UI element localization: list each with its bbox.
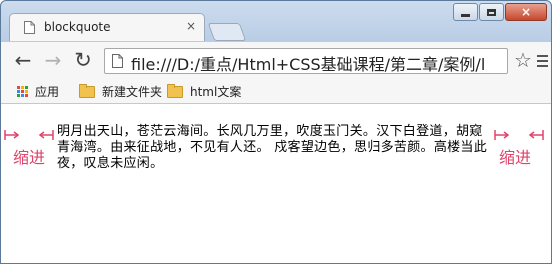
minimize-button[interactable] — [453, 3, 478, 21]
menu-icon[interactable] — [537, 55, 548, 70]
maximize-button[interactable] — [479, 3, 504, 21]
tab-strip: blockquote × × — [1, 1, 551, 41]
bookmark-label: 新建文件夹 — [102, 85, 163, 99]
indent-arrow-left-icon — [528, 130, 544, 140]
browser-window: blockquote × × ← → ↻ file:///D:/重点/Html+… — [0, 0, 552, 264]
address-bar[interactable]: file:///D:/重点/Html+CSS基础课程/第二章/案例/l — [104, 48, 508, 74]
back-button[interactable]: ← — [11, 49, 35, 73]
tab-close-icon[interactable]: × — [186, 19, 196, 33]
bookmark-label: 应用 — [35, 85, 60, 99]
blockquote: 明月出天山，苍茫云海间。长风几万里，吹度玉门关。汉下白登道，胡窥青海湾。由来征战… — [57, 124, 488, 171]
bookmark-star-icon[interactable]: ☆ — [514, 49, 532, 71]
reload-button[interactable]: ↻ — [71, 49, 95, 73]
close-icon: × — [520, 5, 532, 19]
right-indent-label: 缩进 — [499, 148, 532, 167]
page-icon — [112, 54, 123, 68]
bookmark-label: html文案 — [190, 85, 242, 99]
close-window-button[interactable]: × — [505, 3, 547, 21]
maximize-icon — [487, 8, 496, 16]
folder-icon — [79, 83, 95, 98]
forward-button[interactable]: → — [41, 49, 65, 73]
tab-title: blockquote — [44, 20, 111, 34]
indent-arrow-left-icon — [38, 130, 54, 140]
bookmark-new-folder[interactable]: 新建文件夹 — [79, 83, 162, 100]
navigation-toolbar: ← → ↻ file:///D:/重点/Html+CSS基础课程/第二章/案例/… — [1, 41, 551, 80]
page-content: 缩进 明月出天山，苍茫云海间。长风几万里，吹度玉门关。汉下白登道，胡窥青海湾。由… — [1, 104, 551, 263]
url-text: file:///D:/重点/Html+CSS基础课程/第二章/案例/l — [131, 55, 486, 74]
left-indent-label: 缩进 — [13, 148, 46, 167]
tab-blockquote[interactable]: blockquote × — [9, 13, 205, 41]
indent-arrow-right-icon — [494, 130, 510, 140]
bookmarks-bar: 应用 新建文件夹 html文案 — [1, 79, 551, 104]
minimize-icon — [461, 13, 470, 17]
apps-grid-icon — [17, 85, 29, 98]
indent-arrow-right-icon — [4, 130, 20, 140]
bookmark-apps[interactable]: 应用 — [17, 83, 59, 100]
new-tab-button[interactable] — [207, 23, 247, 41]
folder-icon — [167, 83, 183, 98]
bookmark-html-copy[interactable]: html文案 — [167, 83, 241, 100]
page-icon — [24, 21, 35, 34]
